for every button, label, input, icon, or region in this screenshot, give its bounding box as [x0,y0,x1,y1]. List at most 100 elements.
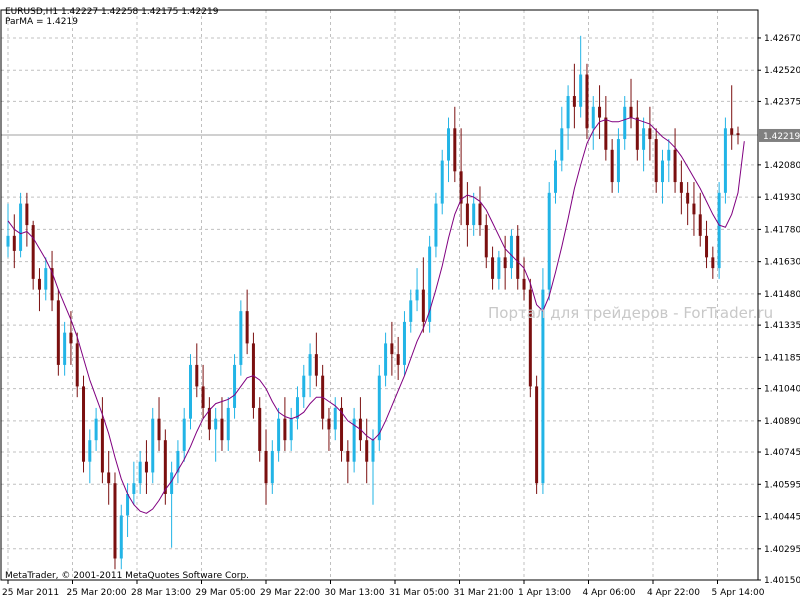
candle [547,182,551,301]
candle [31,220,35,290]
candle [503,235,507,290]
candle [736,126,740,145]
x-tick-label: 1 Apr 13:00 [518,588,571,598]
candle [201,364,205,419]
y-tick-label: 1.42080 [764,161,800,171]
y-tick-label: 1.41480 [764,290,800,300]
candle [333,397,337,441]
candle [660,149,664,204]
candle-body [327,418,331,430]
candle-body [144,461,148,473]
y-tick-label: 1.40445 [764,513,800,523]
candle-body [25,203,29,226]
candle [648,106,652,161]
candle-body [667,149,671,161]
candle-body [635,117,639,150]
candle [723,117,727,204]
y-tick-label: 1.41930 [764,193,800,203]
candle [415,268,419,312]
candle-body [572,96,576,107]
candle-body [686,192,690,204]
candle-body [283,418,287,441]
candle [19,192,23,258]
candle-body [346,450,350,462]
candle-body [132,483,136,494]
candle [113,472,117,570]
candle-body [415,289,419,301]
candle [352,407,356,473]
candle [358,397,362,451]
candle-body [384,343,388,376]
y-tick-label: 1.41040 [764,385,800,395]
chart-window[interactable]: Портал для трейдеров - ForTrader.ru 1.42… [0,0,800,600]
candle-body [195,364,199,387]
candle-body [113,483,117,559]
candle-body [157,418,161,441]
candle-body [497,257,501,279]
candle [465,182,469,247]
candle-body [560,128,564,161]
watermark: Портал для трейдеров - ForTrader.ru [488,304,773,322]
candle [610,139,614,193]
candle-body [516,235,520,279]
candle [226,397,230,451]
candle-body [447,128,451,161]
candle [82,375,86,473]
candle [283,397,287,451]
candle [340,397,344,462]
candle [214,407,218,462]
x-tick-label: 29 Mar 22:00 [260,588,320,598]
candlestick-chart[interactable]: Портал для трейдеров - ForTrader.ru 1.42… [0,0,800,600]
candle-body [138,461,142,484]
candle-body [434,203,438,247]
candle [302,364,306,408]
candle-body [509,235,513,269]
candle-body [598,106,602,118]
candle-body [365,440,369,462]
candle-body [673,149,677,183]
candle-body [616,139,620,183]
candle [472,192,476,236]
candle [579,35,583,118]
candle [421,257,425,333]
candle-body [151,418,155,473]
candle [616,128,620,193]
candle-body [698,214,702,236]
candle-body [396,354,400,365]
x-tick-label: 31 Mar 05:00 [389,588,449,598]
candle-body [522,278,526,290]
candle-body [642,128,646,150]
candle [428,235,432,333]
candle-body [711,257,715,269]
candle-body [220,418,224,441]
candle [308,343,312,398]
candle-body [484,225,488,258]
candle-body [107,472,111,484]
candle [566,85,570,150]
candle [447,117,451,183]
candle [604,96,608,161]
candle-body [692,203,696,215]
y-tick-label: 1.41630 [764,258,800,268]
candle [50,250,54,312]
y-tick-label: 1.42375 [764,97,800,107]
y-tick-label: 1.40150 [764,576,800,586]
candle [37,268,41,312]
candle-body [63,332,67,365]
candle-body [585,74,589,129]
candle [484,214,488,269]
candle-body [629,106,633,118]
candle-body [189,364,192,419]
candle [711,246,715,279]
candle-body [465,203,469,226]
candle-body [264,450,268,484]
candle-body [491,257,495,279]
candle [390,321,394,376]
candle-body [100,418,104,473]
candle-body [277,418,281,451]
x-tick-label: 4 Apr 06:00 [583,588,636,598]
indicator-header: ParMA = 1.4219 [5,17,78,27]
candle [402,311,406,376]
candle [730,85,734,150]
candle [673,128,677,193]
